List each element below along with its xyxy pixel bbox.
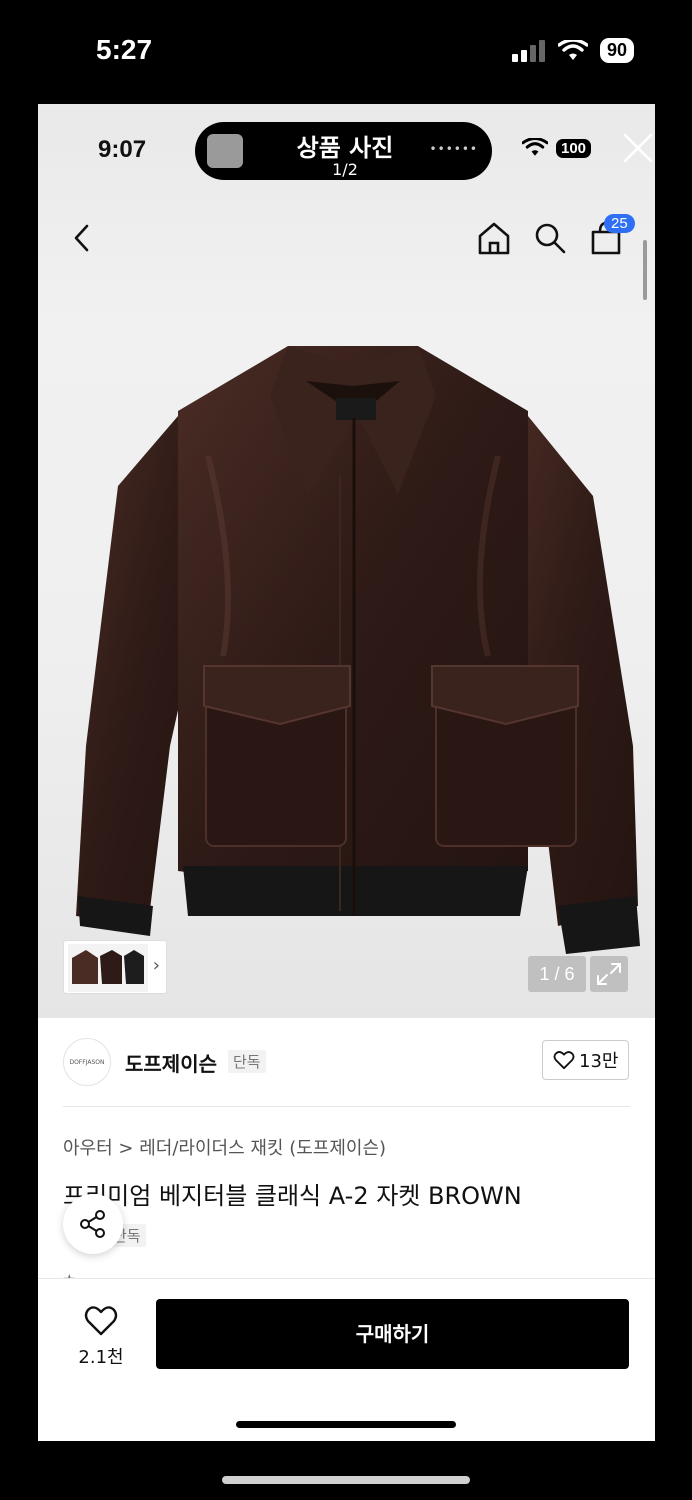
- wifi-icon: [557, 39, 588, 60]
- inner-status-icons: 100: [522, 138, 592, 158]
- outer-status-icons: 90: [511, 38, 634, 63]
- brand-row[interactable]: DOFFJASON 도프제이슨 단독 13만: [38, 1018, 655, 1106]
- category-breadcrumb[interactable]: 아우터 > 레더/라이더스 재킷 (도프제이슨): [63, 1134, 386, 1160]
- battery-indicator: 100: [556, 138, 592, 158]
- home-icon[interactable]: [476, 220, 512, 256]
- battery-indicator: 90: [599, 38, 634, 63]
- divider: [63, 1106, 630, 1107]
- inner-clock: 9:07: [98, 136, 147, 163]
- leather-jacket-image: [76, 346, 640, 954]
- expand-icon[interactable]: [590, 956, 628, 992]
- outer-status-bar: 5:27 90: [0, 0, 692, 104]
- dynamic-island-viewer-title: 상품 사진 1/2 ••••••: [195, 122, 492, 180]
- share-button[interactable]: [63, 1194, 123, 1254]
- brand-logo[interactable]: DOFFJASON: [63, 1038, 111, 1086]
- thumbnail-strip[interactable]: ›: [63, 940, 167, 994]
- wishlist-heart-icon[interactable]: [84, 1305, 118, 1337]
- brand-like-button[interactable]: 13만: [542, 1040, 630, 1080]
- search-icon[interactable]: [532, 220, 568, 256]
- cellular-signal-icon: [511, 39, 545, 62]
- bottom-action-bar: 2.1천 구매하기: [38, 1278, 655, 1441]
- back-icon[interactable]: [68, 222, 96, 254]
- product-image-viewer[interactable]: 9:07 상품 사진 1/2 •••••• 100 25 › 1 / 6: [38, 104, 655, 1018]
- outer-clock: 5:27: [96, 34, 153, 65]
- wishlist-count: 2.1천: [78, 1347, 124, 1368]
- share-icon: [80, 1210, 105, 1238]
- exclusive-badge: 단독: [228, 1050, 266, 1073]
- wifi-icon: [522, 138, 548, 156]
- close-icon[interactable]: [622, 132, 654, 164]
- inner-home-indicator: [236, 1421, 456, 1428]
- viewer-title: 상품 사진: [296, 134, 394, 162]
- brand-like-count: 13만: [579, 1051, 619, 1072]
- app-screenshot: 9:07 상품 사진 1/2 •••••• 100 25 › 1 / 6 DOF…: [38, 104, 655, 1441]
- more-dots-icon: ••••••: [429, 142, 478, 156]
- heart-icon: [553, 1051, 575, 1070]
- thumbnail-image: [68, 944, 148, 992]
- product-title: 프리미엄 베지터블 클래식 A-2 자켓 BROWN: [63, 1182, 522, 1210]
- image-counter: 1 / 6: [528, 956, 586, 992]
- thumbnail-chevron-right-icon: ›: [152, 955, 160, 976]
- home-indicator: [222, 1476, 470, 1484]
- cart-count-badge: 25: [604, 214, 635, 233]
- buy-button[interactable]: 구매하기: [156, 1299, 629, 1369]
- island-thumbnail-icon: [207, 134, 243, 168]
- brand-name[interactable]: 도프제이슨: [125, 1048, 217, 1077]
- scroll-indicator: [643, 240, 647, 300]
- viewer-page-indicator: 1/2: [332, 160, 358, 179]
